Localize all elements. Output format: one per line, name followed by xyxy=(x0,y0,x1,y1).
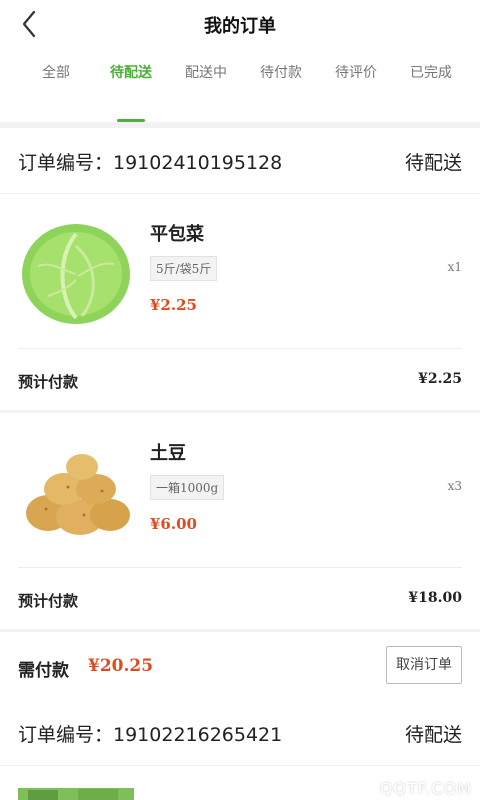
item-quantity: x1 xyxy=(447,260,462,274)
order-item[interactable]: 平包菜 5斤/袋5斤 x1 ¥2.25 xyxy=(0,194,480,348)
order-number: 订单编号：19102216265421 xyxy=(18,724,283,746)
cabbage-image xyxy=(22,224,130,324)
order-card[interactable]: 订单编号：19102410195128 待配送 平包菜 5斤/袋5斤 x1 ¥2… xyxy=(0,128,480,702)
tab-pending-payment[interactable]: 待付款 xyxy=(245,62,317,122)
payment-row: 需付款 ¥20.25 取消订单 xyxy=(0,632,480,702)
estimate-amount: ¥18.00 xyxy=(408,590,462,606)
tab-all[interactable]: 全部 xyxy=(20,62,92,122)
item-price: ¥6.00 xyxy=(150,515,197,533)
product-image xyxy=(18,788,134,800)
tab-completed[interactable]: 已完成 xyxy=(395,62,467,122)
tab-label: 已完成 xyxy=(410,65,452,81)
potato-image xyxy=(26,454,130,535)
estimate-amount: ¥2.25 xyxy=(418,371,462,387)
tab-label: 待评价 xyxy=(335,65,377,81)
order-header: 订单编号：19102216265421 待配送 xyxy=(0,700,480,766)
active-tab-indicator xyxy=(117,119,145,122)
pay-label: 需付款 xyxy=(18,661,69,681)
order-status-tabs: 全部 待配送 配送中 待付款 待评价 已完成 xyxy=(0,62,480,122)
pay-amount: ¥20.25 xyxy=(88,656,154,676)
tab-label: 配送中 xyxy=(185,65,227,81)
watermark: QQTF.COM xyxy=(379,779,472,798)
app-header: 我的订单 全部 待配送 配送中 待付款 待评价 已完成 xyxy=(0,0,480,122)
order-number: 订单编号：19102410195128 xyxy=(18,152,283,174)
tab-label: 待付款 xyxy=(260,65,302,81)
estimate-row: 预计付款 ¥18.00 xyxy=(18,567,462,629)
order-status: 待配送 xyxy=(404,724,462,746)
tab-label: 待配送 xyxy=(110,65,152,81)
item-quantity: x3 xyxy=(447,479,462,493)
tab-pending-delivery[interactable]: 待配送 xyxy=(95,62,167,122)
tab-pending-review[interactable]: 待评价 xyxy=(320,62,392,122)
order-item[interactable]: 土豆 一箱1000g x3 ¥6.00 xyxy=(0,413,480,567)
estimate-label: 预计付款 xyxy=(18,592,79,610)
item-name: 土豆 xyxy=(150,443,186,464)
page-title: 我的订单 xyxy=(204,16,276,37)
item-name: 平包菜 xyxy=(150,224,204,245)
item-price: ¥2.25 xyxy=(150,296,197,314)
cancel-order-button[interactable]: 取消订单 xyxy=(386,646,462,684)
order-header: 订单编号：19102410195128 待配送 xyxy=(0,128,480,194)
estimate-row: 预计付款 ¥2.25 xyxy=(18,348,462,410)
tab-delivering[interactable]: 配送中 xyxy=(170,62,242,122)
item-spec: 一箱1000g xyxy=(150,475,225,500)
tab-label: 全部 xyxy=(42,65,70,81)
estimate-label: 预计付款 xyxy=(18,373,79,391)
order-status: 待配送 xyxy=(404,152,462,174)
item-spec: 5斤/袋5斤 xyxy=(150,256,218,281)
